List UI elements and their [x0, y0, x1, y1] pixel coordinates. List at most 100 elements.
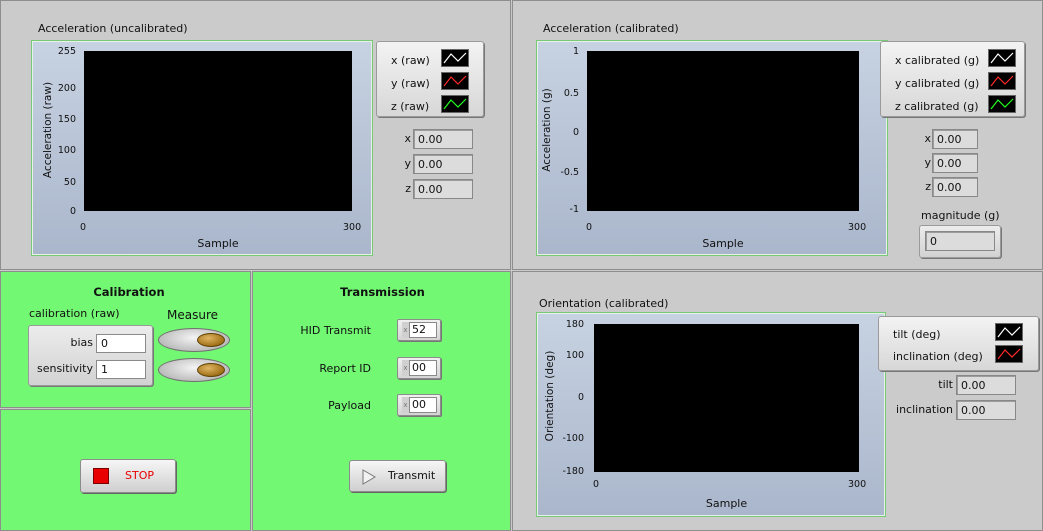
y-axis-label: Orientation (deg): [544, 350, 556, 442]
inclination-indicator: 0.00: [956, 400, 1016, 420]
radix-indicator: x: [402, 322, 409, 338]
series-swatch-white: [988, 49, 1016, 67]
y-axis-label: Acceleration (g): [541, 88, 553, 172]
series-swatch-red: [441, 72, 469, 90]
accel-cal-legend[interactable]: x calibrated (g) y calibrated (g) z cali…: [880, 41, 1025, 117]
bias-label: bias: [70, 336, 93, 349]
series-swatch-red: [995, 345, 1023, 363]
report-id-label: Report ID: [319, 362, 371, 375]
xtick: 0: [586, 222, 593, 233]
legend-label: y (raw): [391, 77, 430, 90]
ytick: 1: [572, 46, 579, 57]
hid-transmit-label: HID Transmit: [300, 324, 371, 337]
x-axis-label: Sample: [702, 237, 744, 250]
series-swatch-white: [441, 49, 469, 67]
orientation-graph: 180 100 0 -100 -180 0 300 Sample Orienta…: [536, 312, 886, 517]
xtick: 300: [343, 222, 362, 233]
ytick: 0: [69, 206, 76, 217]
hid-transmit-value[interactable]: 52: [409, 322, 437, 338]
bias-input[interactable]: 0: [96, 334, 146, 353]
ytick: 0.5: [563, 88, 579, 99]
measure-label: Measure: [167, 308, 218, 322]
legend-label: z (raw): [391, 100, 430, 113]
ytick: 0: [577, 392, 584, 403]
stop-square-icon: [93, 468, 109, 484]
play-triangle-icon: [362, 469, 376, 485]
orientation-panel: Orientation (calibrated) 180 100 0 -100 …: [512, 271, 1043, 531]
report-id-control[interactable]: x 00: [397, 357, 441, 379]
y-axis-label: Acceleration (raw): [42, 81, 54, 179]
calibration-title: Calibration: [93, 285, 165, 299]
stop-label: STOP: [125, 469, 154, 482]
xtick: 0: [80, 222, 87, 233]
legend-label: tilt (deg): [893, 328, 941, 341]
sensitivity-input[interactable]: 1: [96, 360, 146, 379]
measure-led: [197, 333, 225, 347]
indicator-z-raw: 0.00: [413, 179, 473, 199]
accel-raw-panel: Acceleration (uncalibrated) 255 200 150 …: [0, 0, 511, 270]
ytick: -0.5: [560, 167, 579, 178]
magnitude-frame: 0: [919, 225, 1001, 258]
measure-sensitivity-button[interactable]: [158, 358, 230, 382]
ytick: -100: [562, 433, 584, 444]
magnitude-label: magnitude (g): [921, 209, 1000, 222]
accel-raw-graph: 255 200 150 100 50 0 0 300 Sample Accele…: [31, 40, 373, 256]
inclination-label: inclination: [896, 403, 953, 416]
payload-value[interactable]: 00: [409, 397, 437, 413]
stop-panel: STOP: [0, 409, 251, 531]
accel-cal-title: Acceleration (calibrated): [543, 22, 679, 35]
legend-label: y calibrated (g): [895, 77, 980, 90]
ytick: 0: [572, 127, 579, 138]
xtick: 300: [848, 222, 867, 233]
series-swatch-red: [988, 72, 1016, 90]
indicator-x-label: x: [924, 132, 931, 145]
hid-transmit-control[interactable]: x 52: [397, 319, 441, 341]
payload-control[interactable]: x 00: [397, 394, 441, 416]
legend-label: z calibrated (g): [895, 100, 979, 113]
x-axis-label: Sample: [705, 497, 748, 510]
indicator-y-cal: 0.00: [932, 153, 978, 173]
stop-button[interactable]: STOP: [80, 459, 176, 493]
ytick: -1: [569, 204, 579, 215]
calibration-panel: Calibration calibration (raw) Measure bi…: [0, 271, 251, 408]
legend-label: inclination (deg): [893, 350, 983, 363]
indicator-z-cal: 0.00: [932, 177, 978, 197]
transmit-button[interactable]: Transmit: [349, 460, 446, 492]
accel-raw-legend[interactable]: x (raw) y (raw) z (raw): [376, 41, 484, 117]
indicator-y-label: y: [404, 157, 411, 170]
accel-cal-graph: 1 0.5 0 -0.5 -1 0 300 Sample Acceleratio…: [536, 40, 888, 256]
magnitude-indicator: 0: [925, 231, 995, 251]
orientation-plot-area[interactable]: [594, 324, 859, 472]
ytick: -180: [562, 466, 584, 477]
calibration-values-box: bias 0 sensitivity 1: [28, 325, 153, 386]
tilt-label: tilt: [938, 378, 953, 391]
radix-indicator: x: [402, 360, 409, 376]
transmission-title: Transmission: [340, 285, 425, 299]
series-swatch-green: [988, 95, 1016, 113]
indicator-z-label: z: [405, 182, 411, 195]
xtick: 300: [848, 479, 867, 490]
legend-label: x calibrated (g): [895, 54, 980, 67]
indicator-y-label: y: [924, 156, 931, 169]
measure-bias-button[interactable]: [158, 328, 230, 352]
indicator-x-cal: 0.00: [932, 129, 978, 149]
measure-led: [197, 363, 225, 377]
sensitivity-label: sensitivity: [36, 362, 93, 375]
accel-raw-title: Acceleration (uncalibrated): [38, 22, 188, 35]
accel-raw-plot-area[interactable]: [84, 51, 352, 211]
calibration-group-label: calibration (raw): [29, 307, 120, 320]
ytick: 255: [57, 46, 76, 57]
indicator-x-raw: 0.00: [413, 129, 473, 149]
tilt-indicator: 0.00: [956, 375, 1016, 395]
series-swatch-white: [995, 323, 1023, 341]
xtick: 0: [593, 479, 600, 490]
accel-cal-plot-area[interactable]: [587, 51, 859, 211]
orientation-legend[interactable]: tilt (deg) inclination (deg): [878, 316, 1039, 371]
ytick: 100: [565, 350, 584, 361]
indicator-z-label: z: [925, 180, 931, 193]
payload-label: Payload: [328, 399, 371, 412]
report-id-value[interactable]: 00: [409, 360, 437, 376]
orientation-title: Orientation (calibrated): [539, 297, 669, 310]
transmit-label: Transmit: [388, 469, 436, 482]
ytick: 180: [565, 319, 584, 330]
